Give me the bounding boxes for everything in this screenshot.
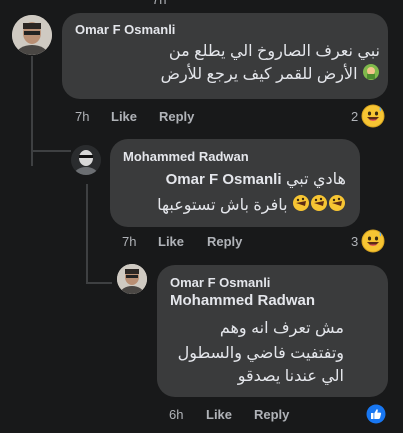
- comment-time[interactable]: 7h: [75, 109, 89, 124]
- like-thumb-icon[interactable]: [366, 404, 386, 424]
- reply-button[interactable]: Reply: [159, 109, 194, 124]
- thread-connector: [31, 150, 71, 152]
- like-button[interactable]: Like: [206, 407, 232, 422]
- comment-time[interactable]: 7h: [122, 234, 136, 249]
- rofl-icon: [292, 194, 346, 219]
- comment-text-line: وتفتفيت فاضي والسطول: [177, 345, 344, 362]
- reaction-count[interactable]: 3: [351, 234, 358, 249]
- reply-button[interactable]: Reply: [254, 407, 289, 422]
- thread-connector: [86, 282, 112, 284]
- comment-author[interactable]: Mohammed Radwan: [123, 149, 249, 164]
- avatar[interactable]: [12, 15, 52, 55]
- comment-text-line: مش تعرف انه وهم: [219, 320, 344, 337]
- comment-time[interactable]: 6h: [169, 407, 183, 422]
- thread-line: [86, 184, 88, 284]
- comment-text: هادي تبي: [285, 171, 346, 188]
- woman-raising-hand-icon: [362, 63, 380, 88]
- comment-text-line: الأرض للقمر كيف يرجع للأرض: [161, 63, 380, 88]
- comment-text-line: بافرة باش تستوعبها: [157, 194, 346, 219]
- avatar[interactable]: [117, 264, 147, 294]
- comment-author[interactable]: Omar F Osmanli: [170, 275, 270, 290]
- previous-comment-meta-fragment: 7h: [152, 0, 166, 7]
- mention-link[interactable]: Mohammed Radwan: [170, 292, 315, 309]
- reply-button[interactable]: Reply: [207, 234, 242, 249]
- grinning-sweat-face-icon[interactable]: [361, 229, 385, 253]
- comment-author[interactable]: Omar F Osmanli: [75, 22, 175, 37]
- comment-text-line: هادي تبي Omar F Osmanli: [166, 169, 346, 191]
- like-button[interactable]: Like: [158, 234, 184, 249]
- mention-link[interactable]: Omar F Osmanli: [166, 171, 282, 188]
- avatar[interactable]: [71, 145, 101, 175]
- grinning-sweat-face-icon[interactable]: [361, 104, 385, 128]
- comment-text-line: نبي نعرف الصاروخ الي يطلع من: [168, 43, 380, 60]
- comment-text-line: الي عندنا يصدقو: [237, 368, 344, 385]
- reaction-count[interactable]: 2: [351, 109, 358, 124]
- like-button[interactable]: Like: [111, 109, 137, 124]
